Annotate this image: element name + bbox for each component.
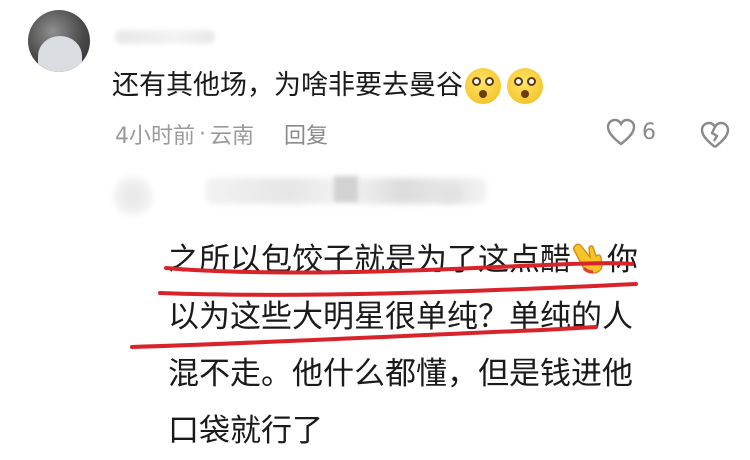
reply-line-2: 以为这些大明星很单纯？单纯的人 bbox=[168, 299, 633, 335]
reply-avatar-blurred[interactable] bbox=[113, 176, 153, 216]
reply-line-4: 口袋就行了 bbox=[168, 413, 323, 449]
separator: · bbox=[199, 121, 206, 147]
reply-line-1-tail: 你 bbox=[607, 242, 638, 278]
reply-line-1-text: 之所以包饺子就是为了这点醋 bbox=[168, 242, 571, 278]
blur-block bbox=[440, 186, 462, 202]
dislike-button[interactable] bbox=[700, 121, 730, 153]
reply-line-1: 之所以包饺子就是为了这点醋 你 bbox=[168, 232, 728, 289]
avatar[interactable] bbox=[28, 10, 90, 72]
heart-icon bbox=[606, 118, 636, 146]
reply-line-3: 混不走。他什么都懂，但是钱进他 bbox=[168, 356, 633, 392]
pointing-hand-icon bbox=[571, 236, 607, 274]
reply-text: 之所以包饺子就是为了这点醋 你 以为这些大明星很单纯？单纯的人 混不走。他什么都… bbox=[168, 232, 728, 460]
timestamp: 4小时前 bbox=[115, 124, 195, 149]
location: 云南 bbox=[210, 124, 255, 149]
astonished-face-icon bbox=[465, 68, 501, 104]
username-blurred[interactable] bbox=[115, 30, 215, 44]
comment-text: 还有其他场，为啥非要去曼谷 bbox=[112, 66, 543, 106]
reply-button[interactable]: 回复 bbox=[284, 118, 328, 150]
broken-heart-icon bbox=[700, 121, 730, 148]
like-count: 6 bbox=[642, 119, 656, 145]
blur-block bbox=[334, 176, 358, 202]
like-button[interactable]: 6 bbox=[606, 118, 656, 146]
astonished-face-icon bbox=[507, 68, 543, 104]
comment-body: 还有其他场，为啥非要去曼谷 bbox=[112, 70, 463, 101]
comment-meta: 4小时前 · 云南 回复 bbox=[115, 118, 328, 150]
